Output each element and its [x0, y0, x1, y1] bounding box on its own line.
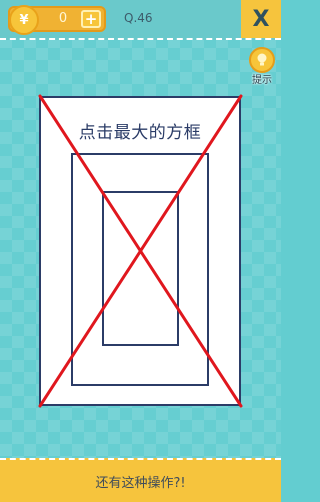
cross-mark: [38, 94, 243, 408]
bottom-message: 还有这种操作?!: [95, 475, 186, 491]
bottom-message-bar: 还有这种操作?!: [0, 458, 281, 502]
